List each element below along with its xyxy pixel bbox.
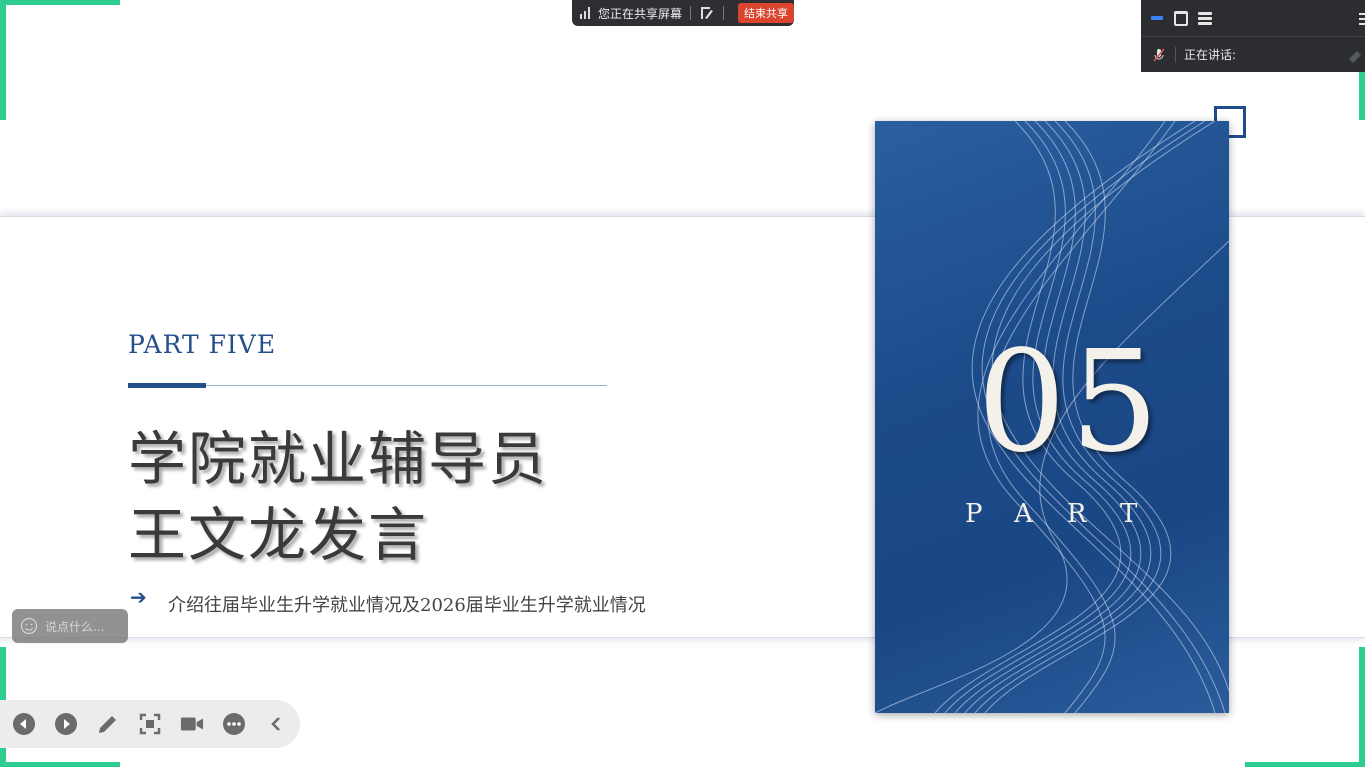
slide-subtitle: 介绍往届毕业生升学就业情况及2026届毕业生升学就业情况 (168, 595, 646, 616)
divider (1175, 46, 1176, 63)
collapse-toolbar-icon[interactable] (264, 712, 288, 736)
more-options-icon[interactable] (222, 712, 246, 736)
divider (723, 6, 725, 20)
chat-input[interactable]: 说点什么... (12, 609, 128, 643)
meeting-panel: 正在讲话: (1141, 0, 1365, 72)
previous-slide-icon[interactable] (12, 712, 36, 736)
share-frame-corner-tl-h (0, 0, 120, 5)
emoji-icon[interactable] (20, 617, 38, 635)
mic-muted-icon[interactable] (1151, 47, 1167, 63)
section-number: 05 (977, 321, 1164, 484)
share-frame-corner-br-h (1245, 762, 1365, 767)
minimize-icon[interactable] (1149, 10, 1165, 26)
menu-icon[interactable] (1359, 11, 1365, 25)
screen-share-bar: 您正在共享屏幕 结束共享 (572, 0, 794, 26)
divider-accent (128, 383, 206, 388)
focus-icon[interactable] (138, 712, 162, 736)
arrow-right-icon: ➔ (130, 585, 147, 609)
section-word: PART (965, 499, 1172, 529)
slide-title-line-1: 学院就业辅导员 (128, 425, 549, 493)
window-icon[interactable] (1173, 10, 1189, 26)
section-card: 05 PART (875, 121, 1229, 713)
speaking-label: 正在讲话: (1184, 48, 1237, 62)
speaker-decoration-icon (1345, 45, 1365, 65)
annotate-icon[interactable] (699, 5, 715, 21)
camera-icon[interactable] (180, 712, 204, 736)
pen-icon[interactable] (96, 712, 120, 736)
stop-sharing-button[interactable]: 结束共享 (738, 3, 794, 23)
part-label: PART FIVE (128, 330, 277, 359)
share-frame-corner-tl-v (0, 0, 6, 120)
presentation-toolbar (0, 700, 300, 748)
share-frame-corner-tr-v (1359, 72, 1365, 120)
slide-title-line-2: 王文龙发言 (128, 501, 429, 569)
next-slide-icon[interactable] (54, 712, 78, 736)
list-view-icon[interactable] (1197, 10, 1213, 26)
signal-bars-icon (580, 7, 594, 19)
chat-placeholder: 说点什么... (45, 619, 105, 634)
share-frame-corner-bl-h (0, 762, 120, 767)
share-frame-corner-br-v (1359, 647, 1365, 767)
divider (690, 6, 692, 20)
share-status-text: 您正在共享屏幕 (598, 6, 683, 21)
